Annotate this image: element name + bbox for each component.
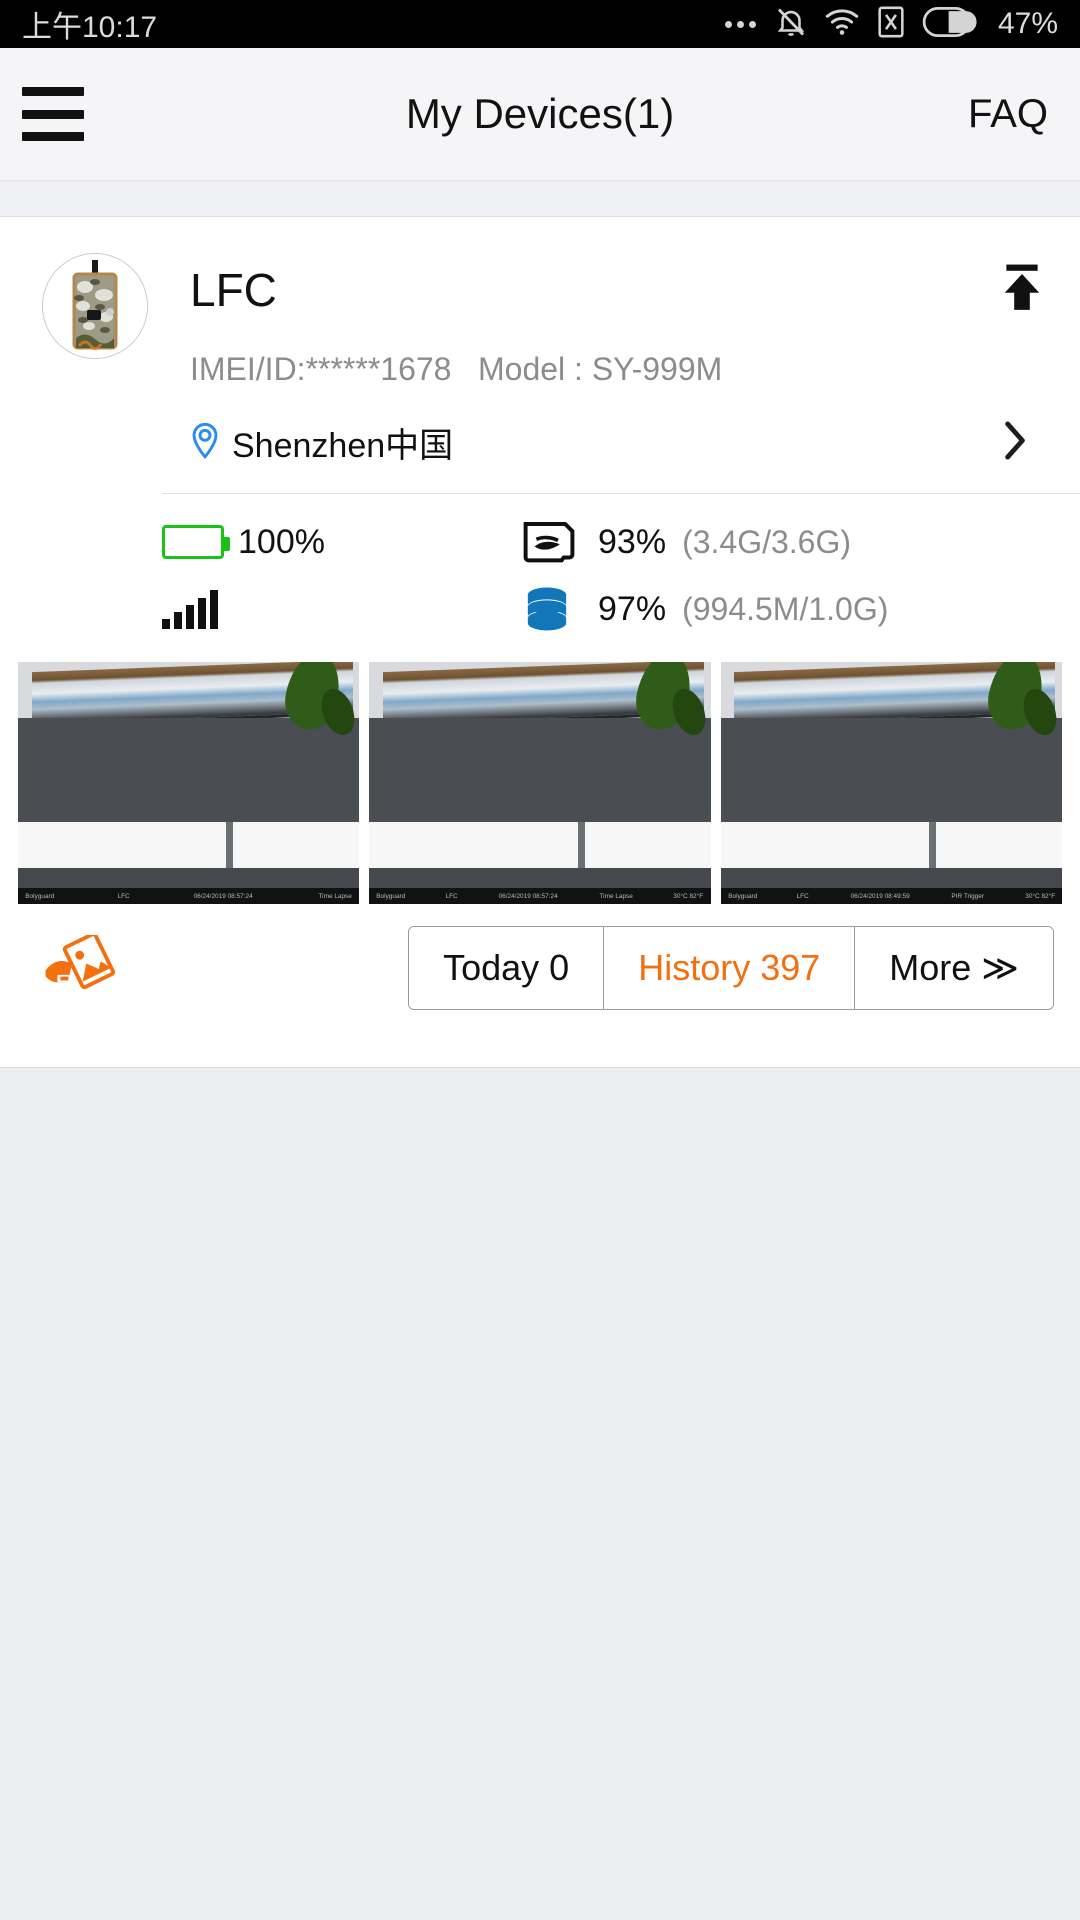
device-name: LFC <box>190 264 277 316</box>
overlay-brand: Bolyguard <box>727 892 757 900</box>
overlay-device: LFC <box>117 892 130 900</box>
device-actions: Today 0 History 397 More ≫ <box>0 904 1080 1036</box>
page-title: My Devices(1) <box>405 90 675 137</box>
photo-hand-icon[interactable] <box>42 931 120 1002</box>
thumbnail-3[interactable]: Bolyguard LFC 06/24/2019 08:49:59 PIR Tr… <box>720 662 1062 904</box>
overlay-datetime: 06/24/2019 08:49:59 <box>850 892 910 900</box>
overlay-temp: 30°C 82°F <box>1024 892 1055 900</box>
stat-sd-value: 93% <box>598 522 667 561</box>
device-meta-row: IMEI/ID:******1678 Model : SY-999M <box>190 351 1052 388</box>
wifi-icon <box>824 7 860 42</box>
stat-battery: 100% <box>162 520 522 564</box>
overlay-brand: Bolyguard <box>376 892 406 900</box>
today-button[interactable]: Today 0 <box>409 927 605 1009</box>
device-stats: 100% 93% (3.4G/3.6G) 97% (994.5M/1.0G) <box>0 494 1080 656</box>
stat-storage-detail: (994.5M/1.0G) <box>682 590 889 627</box>
more-dots-icon <box>724 20 756 28</box>
hamburger-menu-icon[interactable] <box>22 87 84 141</box>
thumbnail-strip: Bolyguard LFC 06/24/2019 08:57:24 Time L… <box>0 656 1080 904</box>
upload-icon[interactable] <box>1000 263 1044 318</box>
stat-data-storage: 97% (994.5M/1.0G) <box>522 586 1080 632</box>
device-location-row[interactable]: Shenzhen中国 <box>190 418 1052 467</box>
database-icon <box>522 586 588 632</box>
sim-x-icon <box>876 5 906 44</box>
media-filter-segmented-control: Today 0 History 397 More ≫ <box>408 926 1054 1010</box>
device-location-text: Shenzhen中国 <box>232 427 454 465</box>
thumbnail-3-overlay: Bolyguard LFC 06/24/2019 08:49:59 PIR Tr… <box>720 888 1062 904</box>
stat-storage-value: 97% <box>598 589 667 628</box>
stat-sd-detail: (3.4G/3.6G) <box>682 523 852 560</box>
bell-muted-icon <box>774 4 808 45</box>
avatar-container <box>0 245 190 467</box>
section-separator <box>0 181 1080 217</box>
overlay-datetime: 06/24/2019 08:57:24 <box>193 892 254 900</box>
status-bar-time: 上午10:17 <box>22 11 158 44</box>
overlay-mode: PIR Trigger <box>951 892 984 900</box>
stat-signal <box>162 586 522 632</box>
overlay-datetime: 06/24/2019 08:57:24 <box>498 892 558 900</box>
thumbnail-1[interactable]: Bolyguard LFC 06/24/2019 08:57:24 Time L… <box>18 662 360 904</box>
overlay-mode: Time Lapse <box>599 892 633 900</box>
faq-button[interactable]: FAQ <box>968 92 1048 137</box>
trail-camera-avatar[interactable] <box>42 253 148 359</box>
thumbnail-2[interactable]: Bolyguard LFC 06/24/2019 08:57:24 Time L… <box>369 662 711 904</box>
device-card[interactable]: LFC IMEI/ID:******1678 Model : SY-999M S… <box>0 217 1080 1036</box>
status-bar-icons: 47% <box>724 4 1058 45</box>
signal-bars-icon <box>162 589 228 629</box>
chevron-right-icon[interactable] <box>1000 416 1030 469</box>
location-pin-icon <box>190 421 220 464</box>
overlay-brand: Bolyguard <box>25 892 55 900</box>
battery-icon <box>162 525 230 559</box>
overlay-device: LFC <box>445 892 458 900</box>
sd-card-icon <box>522 520 588 564</box>
overlay-device: LFC <box>796 892 810 900</box>
more-button[interactable]: More ≫ <box>855 927 1053 1009</box>
battery-icon <box>922 6 978 42</box>
page-background <box>0 1067 1080 1920</box>
status-bar: 上午10:17 47% <box>0 0 1080 48</box>
thumbnail-1-overlay: Bolyguard LFC 06/24/2019 08:57:24 Time L… <box>18 888 360 904</box>
overlay-temp: 30°C 82°F <box>673 892 704 900</box>
device-imei: IMEI/ID:******1678 <box>190 351 452 387</box>
status-bar-battery-percent: 47% <box>997 7 1058 40</box>
overlay-mode: Time Lapse <box>318 892 352 900</box>
device-model: Model : SY-999M <box>478 351 723 387</box>
app-bar: My Devices(1) FAQ <box>0 48 1080 181</box>
stat-sd-card: 93% (3.4G/3.6G) <box>522 520 1080 564</box>
history-button[interactable]: History 397 <box>604 927 856 1009</box>
stat-battery-value: 100% <box>238 522 325 561</box>
thumbnail-2-overlay: Bolyguard LFC 06/24/2019 08:57:24 Time L… <box>369 888 711 904</box>
